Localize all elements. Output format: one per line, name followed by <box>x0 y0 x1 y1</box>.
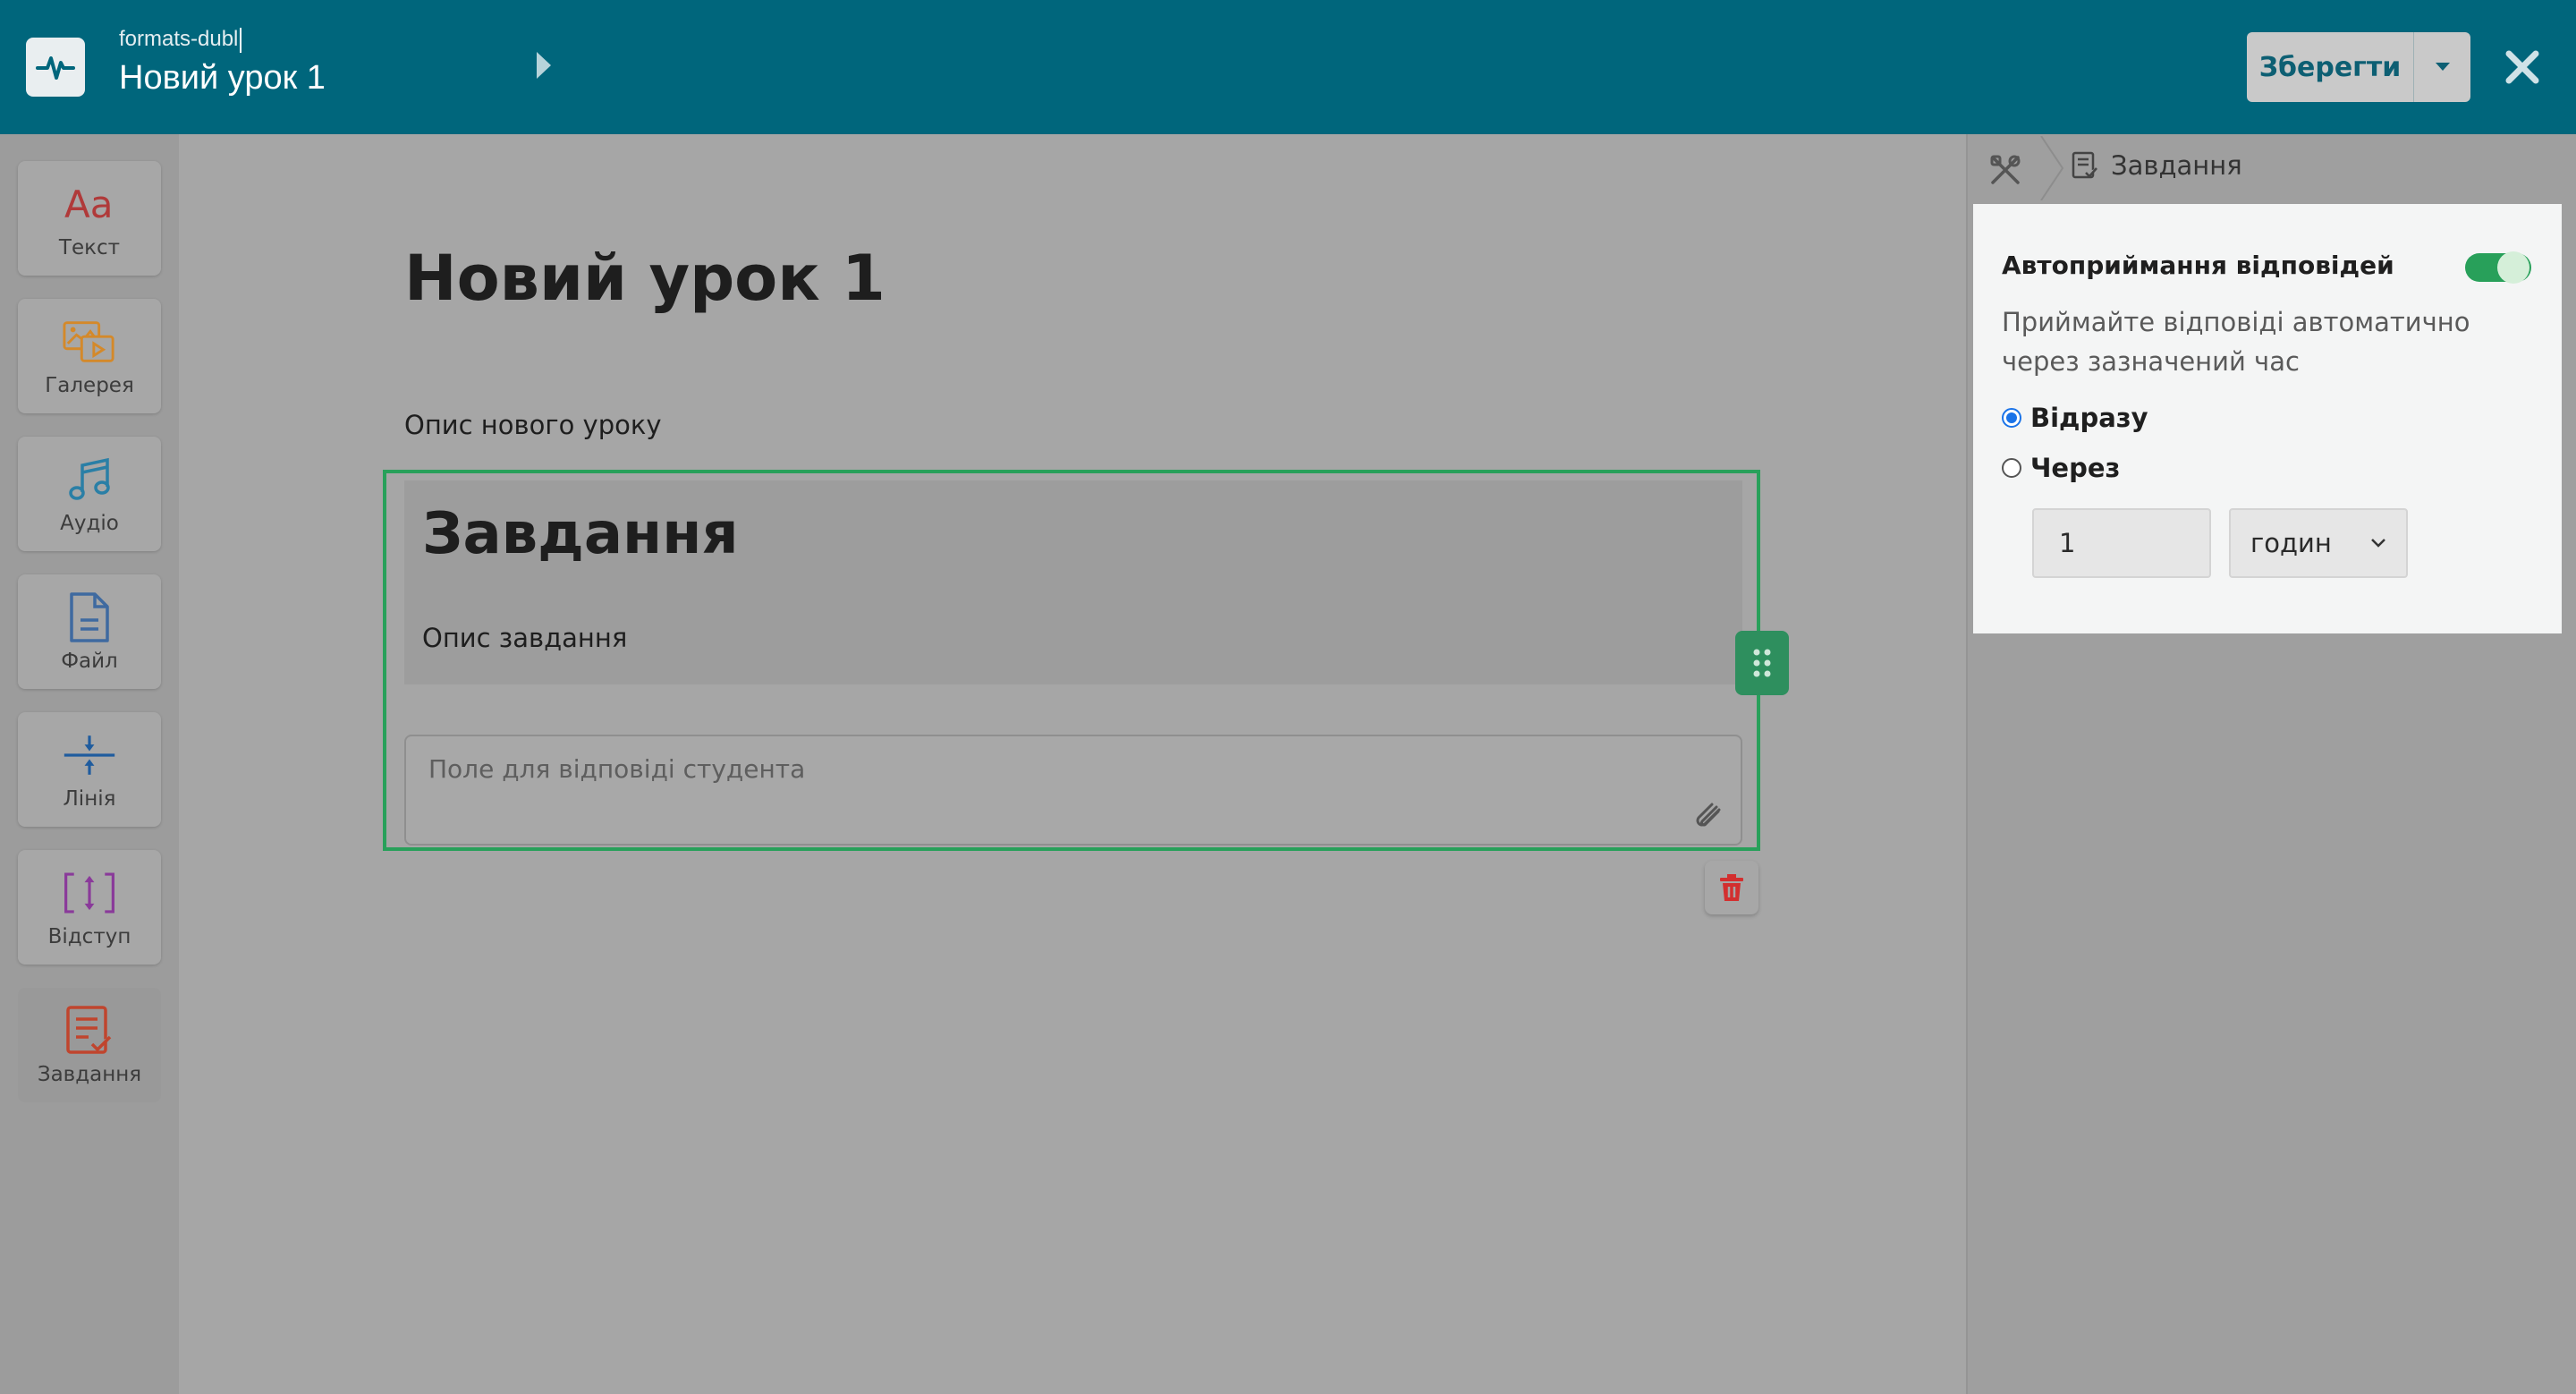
tool-label: Текст <box>58 236 121 259</box>
chevron-down-icon <box>2371 539 2385 548</box>
tools-crossed-icon[interactable] <box>1987 152 2023 188</box>
activity-logo-icon[interactable] <box>26 38 85 97</box>
lesson-title[interactable]: Новий урок 1 <box>404 242 886 315</box>
music-note-icon <box>63 453 116 506</box>
chevron-right-icon[interactable] <box>537 52 551 79</box>
tool-audio[interactable]: Аудіо <box>18 437 161 551</box>
task-checklist-icon <box>2072 151 2097 179</box>
auto-accept-card: Автоприймання відповідей Приймайте відпо… <box>1973 204 2562 633</box>
svg-text:Aa: Aa <box>64 183 113 226</box>
file-icon <box>63 591 116 644</box>
radio-button-checked[interactable] <box>2002 408 2021 428</box>
radio-immediately[interactable]: Відразу <box>2002 403 2148 433</box>
toggle-knob <box>2497 251 2529 284</box>
radio-label: Через <box>2030 453 2121 483</box>
radio-label: Відразу <box>2030 403 2148 433</box>
tool-file[interactable]: Файл <box>18 574 161 689</box>
tool-label: Галерея <box>45 374 134 397</box>
tool-label: Лінія <box>63 787 116 811</box>
text-cursor <box>240 27 242 53</box>
answer-placeholder: Поле для відповіді студента <box>428 754 806 784</box>
save-button[interactable]: Зберегти <box>2247 32 2413 102</box>
save-button-group: Зберегти <box>2247 32 2470 102</box>
gallery-icon <box>63 315 116 369</box>
radio-button[interactable] <box>2002 458 2021 478</box>
auto-accept-title: Автоприймання відповідей <box>2002 251 2394 280</box>
trash-icon[interactable] <box>1705 861 1758 914</box>
tool-spacing[interactable]: Відступ <box>18 850 161 965</box>
close-icon[interactable] <box>2496 36 2549 98</box>
top-bar: formats-dubl Новий урок 1 Зберегти <box>0 0 2576 134</box>
breadcrumb-format-name[interactable]: formats-dubl <box>119 27 242 53</box>
tool-line[interactable]: Лінія <box>18 712 161 827</box>
lesson-description[interactable]: Опис нового уроку <box>404 410 662 440</box>
tool-label: Відступ <box>47 925 131 948</box>
delay-unit-value: годин <box>2250 528 2332 558</box>
auto-accept-description: Приймайте відповіді автоматично через за… <box>2002 307 2470 377</box>
tool-label: Файл <box>61 650 118 673</box>
radio-after[interactable]: Через <box>2002 453 2120 483</box>
task-description[interactable]: Опис завдання <box>422 623 627 653</box>
task-checklist-icon <box>63 1004 116 1058</box>
text-aa-icon: Aa <box>63 177 116 231</box>
breadcrumb-separator <box>2039 135 2066 204</box>
lesson-name-breadcrumb[interactable]: Новий урок 1 <box>119 59 326 98</box>
tool-label: Завдання <box>37 1063 142 1086</box>
drag-handle-icon[interactable] <box>1735 631 1789 695</box>
student-answer-field[interactable]: Поле для відповіді студента <box>404 735 1742 846</box>
tool-gallery[interactable]: Галерея <box>18 299 161 413</box>
task-title[interactable]: Завдання <box>422 501 739 567</box>
tool-task[interactable]: Завдання <box>18 988 161 1102</box>
caret-down-icon <box>2435 63 2450 71</box>
settings-breadcrumb-task[interactable]: Завдання <box>2072 150 2242 181</box>
paperclip-icon[interactable] <box>1694 801 1724 831</box>
spacing-icon <box>63 866 116 920</box>
settings-breadcrumb-label: Завдання <box>2111 150 2242 181</box>
save-options-dropdown[interactable] <box>2414 32 2470 102</box>
delay-amount-input[interactable] <box>2032 508 2211 578</box>
delay-unit-select[interactable]: годин <box>2229 508 2408 578</box>
auto-accept-toggle[interactable] <box>2465 251 2531 284</box>
divider-line-icon <box>63 728 116 782</box>
tool-label: Аудіо <box>60 512 119 535</box>
tool-text[interactable]: Aa Текст <box>18 161 161 276</box>
